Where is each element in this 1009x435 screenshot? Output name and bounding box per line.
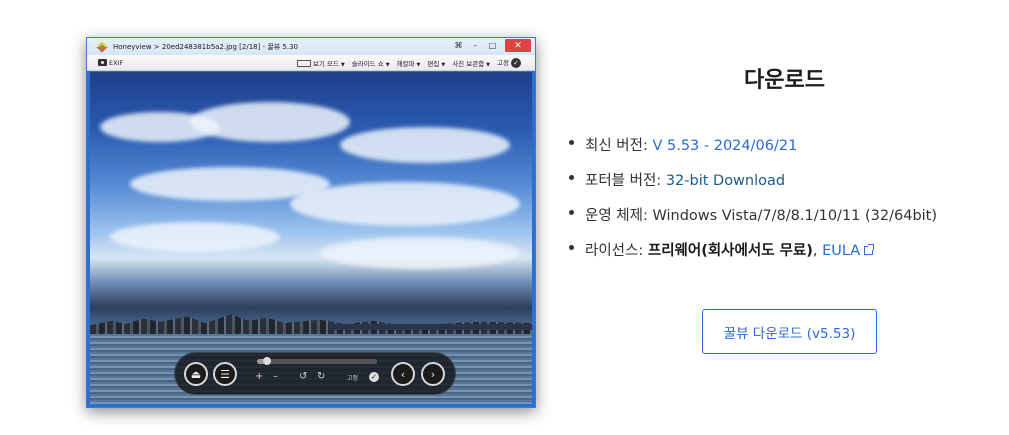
honeyview-logo-icon xyxy=(95,40,109,54)
city-skyline xyxy=(90,314,532,334)
cloud xyxy=(190,102,350,142)
portable-version-label: 포터블 버전: xyxy=(585,173,666,189)
progress-knob[interactable] xyxy=(262,357,271,365)
view-mode-icon xyxy=(296,60,311,67)
honeyview-screenshot: Honeyview > 20ed248381b5a2.jpg [2/18] - … xyxy=(86,37,536,408)
external-link-icon xyxy=(864,244,875,255)
download-heading: 다운로드 xyxy=(744,68,825,93)
caret-down-icon: ▼ xyxy=(486,61,491,68)
bullet-icon xyxy=(569,140,574,145)
minimize-icon[interactable]: – xyxy=(471,41,480,50)
menu-photo-library[interactable]: 사진 보관함 ▼ xyxy=(452,58,490,68)
viewer-titlebar: Honeyview > 20ed248381b5a2.jpg [2/18] - … xyxy=(87,38,535,55)
download-info-list: 최신 버전: V 5.53 - 2024/06/21 포터블 버전: 32-bi… xyxy=(568,134,937,274)
zoom-out-icon[interactable]: – xyxy=(273,371,278,382)
bullet-icon xyxy=(569,245,574,250)
list-item-os: 운영 체제: Windows Vista/7/8/8.1/10/11 (32/6… xyxy=(568,204,937,239)
progress-slider[interactable] xyxy=(257,357,377,365)
bridge xyxy=(330,324,532,330)
license-value: 프리웨어(회사에서도 무료) xyxy=(647,243,813,259)
pin-window-icon[interactable]: ⌘ xyxy=(454,41,463,50)
latest-version-label: 최신 버전: xyxy=(585,138,653,154)
download-button[interactable]: 꿀뷰 다운로드 (v5.53) xyxy=(702,309,877,354)
caret-down-icon: ▼ xyxy=(416,61,421,68)
cloud xyxy=(340,127,510,163)
viewer-toolbar: EXIF 보기 모드 ▼ 슬라이드 쇼 ▼ 해칼파 ▼ 편집 ▼ 사진 보관함 ▼ 고정 ✓ xyxy=(87,55,535,71)
viewer-controlbar: ⏏ ☰ + – ↺ ↻ 고정 ✓ ‹ › xyxy=(174,352,456,395)
menu-slideshow[interactable]: 슬라이드 쇼 ▼ xyxy=(352,58,390,68)
license-label: 라이선스: xyxy=(585,243,648,259)
camera-icon xyxy=(98,59,107,66)
check-circle-icon: ✓ xyxy=(511,58,521,68)
eject-icon[interactable]: ⏏ xyxy=(184,362,208,386)
os-label: 운영 체제: xyxy=(585,208,653,224)
list-item-portable-version: 포터블 버전: 32-bit Download xyxy=(568,169,937,204)
previous-icon[interactable]: ‹ xyxy=(391,362,415,386)
bullet-icon xyxy=(569,210,574,215)
caret-down-icon: ▼ xyxy=(340,61,345,68)
cloud xyxy=(110,222,280,252)
window-controls: ⌘ – □ ✕ xyxy=(454,38,531,53)
bullet-icon xyxy=(569,175,574,180)
eula-link[interactable]: EULA xyxy=(822,243,860,259)
menu-pin[interactable]: 고정 ✓ xyxy=(497,57,521,68)
cloud xyxy=(320,237,520,269)
controlbar-pin-label: 고정 xyxy=(347,375,359,382)
latest-version-link[interactable]: V 5.53 - 2024/06/21 xyxy=(652,138,797,154)
close-icon[interactable]: ✕ xyxy=(505,39,531,52)
menu-edit[interactable]: 편집 ▼ xyxy=(427,58,445,68)
exif-button[interactable]: EXIF xyxy=(98,59,123,67)
license-separator: , xyxy=(812,243,823,259)
zoom-in-icon[interactable]: + xyxy=(255,371,263,382)
list-item-license: 라이선스: 프리웨어(회사에서도 무료), EULA xyxy=(568,239,937,274)
maximize-icon[interactable]: □ xyxy=(488,41,497,50)
list-item-latest-version: 최신 버전: V 5.53 - 2024/06/21 xyxy=(568,134,937,169)
caret-down-icon: ▼ xyxy=(385,61,390,68)
viewer-menus: 보기 모드 ▼ 슬라이드 쇼 ▼ 해칼파 ▼ 편집 ▼ 사진 보관함 ▼ 고정 ✓ xyxy=(296,55,521,70)
check-circle-icon[interactable]: ✓ xyxy=(369,372,379,382)
cloud xyxy=(290,182,520,226)
menu-view-mode[interactable]: 보기 모드 ▼ xyxy=(296,58,345,68)
os-value: Windows Vista/7/8/8.1/10/11 (32/64bit) xyxy=(652,208,938,224)
next-icon[interactable]: › xyxy=(421,362,445,386)
exif-label: EXIF xyxy=(109,58,124,67)
viewer-title: Honeyview > 20ed248381b5a2.jpg [2/18] - … xyxy=(113,42,299,51)
menu-resolution[interactable]: 해칼파 ▼ xyxy=(397,58,421,68)
caret-down-icon: ▼ xyxy=(441,61,446,68)
menu-icon[interactable]: ☰ xyxy=(213,362,237,386)
displayed-photo: ⏏ ☰ + – ↺ ↻ 고정 ✓ ‹ › xyxy=(90,72,532,404)
portable-download-link[interactable]: 32-bit Download xyxy=(666,173,785,189)
rotate-right-icon[interactable]: ↻ xyxy=(317,371,325,382)
rotate-left-icon[interactable]: ↺ xyxy=(299,371,307,382)
